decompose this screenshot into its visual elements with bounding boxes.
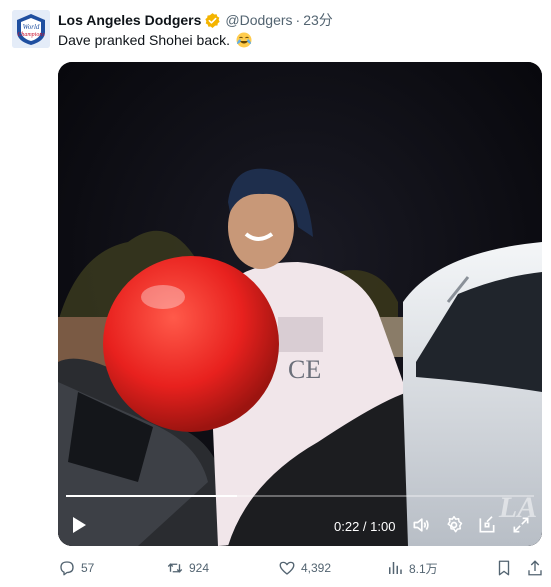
repost-icon bbox=[167, 563, 183, 573]
bookmark-icon bbox=[498, 560, 510, 576]
author-name[interactable]: Los Angeles Dodgers bbox=[58, 12, 201, 28]
like-button[interactable]: 4,392 bbox=[278, 558, 331, 578]
separator-dot: · bbox=[295, 12, 301, 28]
video-frame: CE LA bbox=[58, 62, 542, 546]
video-progress-fill bbox=[66, 495, 237, 497]
svg-text:World: World bbox=[23, 23, 40, 31]
tweet-header: Los Angeles Dodgers @Dodgers · 23分 bbox=[58, 10, 541, 30]
time-separator: / bbox=[359, 519, 371, 534]
fullscreen-button[interactable] bbox=[510, 514, 532, 536]
like-count: 4,392 bbox=[301, 561, 332, 575]
volume-button[interactable] bbox=[410, 514, 432, 536]
views-chart-icon bbox=[389, 562, 402, 574]
volume-icon bbox=[413, 518, 429, 532]
author-avatar[interactable]: World Champions bbox=[12, 10, 50, 48]
reply-count: 57 bbox=[81, 561, 95, 575]
world-series-logo-icon: World Champions bbox=[12, 10, 50, 48]
svg-text:Champions: Champions bbox=[17, 32, 45, 38]
video-progress-bar[interactable] bbox=[66, 495, 534, 497]
tweet-text-body: Dave pranked Shohei back. bbox=[58, 32, 230, 48]
tweet-text: Dave pranked Shohei back. bbox=[58, 31, 253, 49]
video-controls: 0:22 / 1:00 bbox=[58, 510, 542, 540]
picture-in-picture-button[interactable] bbox=[476, 514, 498, 536]
verified-badge-icon bbox=[205, 12, 221, 28]
play-button[interactable] bbox=[68, 514, 90, 536]
fullscreen-icon bbox=[513, 517, 529, 533]
settings-button[interactable] bbox=[443, 514, 465, 536]
repost-count: 924 bbox=[189, 561, 210, 575]
tears-of-joy-emoji-icon bbox=[236, 32, 252, 48]
reply-icon bbox=[60, 561, 74, 576]
reply-button[interactable]: 57 bbox=[58, 558, 94, 578]
tweet-actions: 57 924 4,392 8.1万 bbox=[56, 558, 546, 578]
views-button[interactable]: 8.1万 bbox=[386, 558, 438, 578]
bookmark-button[interactable] bbox=[495, 558, 518, 578]
share-icon bbox=[528, 560, 542, 576]
duration: 1:00 bbox=[370, 519, 396, 534]
post-timestamp[interactable]: 23分 bbox=[303, 10, 333, 30]
view-count: 8.1万 bbox=[409, 561, 438, 576]
video-player[interactable]: CE LA 0:22 / 1:00 bbox=[58, 62, 542, 546]
current-time: 0:22 bbox=[334, 519, 360, 534]
play-icon bbox=[73, 517, 86, 533]
svg-text:CE: CE bbox=[288, 355, 321, 384]
tweet: World Champions Los Angeles Dodgers @Dod… bbox=[0, 0, 551, 587]
repost-button[interactable]: 924 bbox=[166, 558, 209, 578]
video-timecode: 0:22 / 1:00 bbox=[334, 519, 395, 534]
share-button[interactable] bbox=[526, 558, 549, 578]
gear-icon bbox=[447, 515, 463, 533]
picture-in-picture-icon bbox=[479, 516, 495, 533]
heart-icon bbox=[279, 561, 295, 575]
author-handle[interactable]: @Dodgers bbox=[225, 12, 292, 28]
